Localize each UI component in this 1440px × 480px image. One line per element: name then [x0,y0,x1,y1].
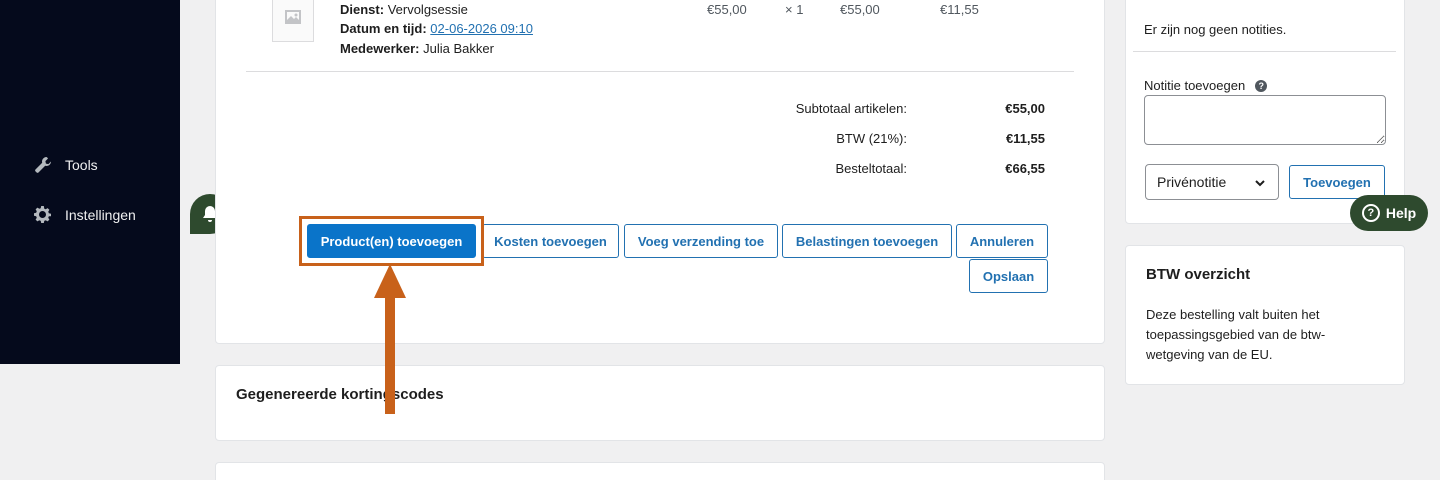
admin-sidebar: Tools Instellingen [0,0,180,364]
vat-overview-title: BTW overzicht [1146,266,1251,283]
item-line-total: €55,00 [840,2,880,17]
sidebar-item-label: Tools [65,157,98,173]
vat-overview-text: Deze bestelling valt buiten het toepassi… [1146,307,1326,362]
add-note-label-row: Notitie toevoegen ? [1144,78,1268,93]
annotation-highlight-box [299,216,484,266]
add-note-button[interactable]: Toevoegen [1289,165,1385,199]
vat-label: BTW (21%): [836,131,907,146]
service-value: Vervolgsessie [387,2,468,17]
service-label: Dienst: [340,2,385,17]
datetime-link[interactable]: 02-06-2026 09:10 [430,21,533,36]
gear-icon [34,206,51,223]
item-line-tax: €11,55 [940,2,979,17]
chevron-down-icon [1255,180,1265,187]
order-total-value: €66,55 [1005,161,1045,176]
help-tooltip-icon[interactable]: ? [1255,79,1268,92]
wrench-icon [35,157,51,173]
question-icon: ? [1361,204,1380,222]
annotation-arrow-shaft [385,296,395,414]
employee-label: Medewerker: [340,41,420,56]
add-taxes-button[interactable]: Belastingen toevoegen [782,224,952,258]
note-type-select[interactable]: Privénotitie [1145,164,1279,200]
vat-value: €11,55 [1005,131,1045,146]
save-button[interactable]: Opslaan [969,259,1048,293]
add-note-label: Notitie toevoegen [1144,78,1246,93]
add-shipping-button[interactable]: Voeg verzending toe [624,224,778,258]
order-total-label: Besteltotaal: [835,161,907,176]
item-quantity: × 1 [785,2,804,17]
note-type-selected: Privénotitie [1157,174,1227,190]
item-employee: Medewerker: Julia Bakker [340,41,494,56]
sidebar-item-tools[interactable]: Tools [33,155,98,175]
notes-divider [1133,51,1396,52]
sidebar-item-label: Instellingen [65,207,136,223]
annotation-arrow-head [374,264,406,298]
coupons-panel [215,365,1105,441]
item-unit-price: €55,00 [707,2,747,17]
item-service: Dienst: Vervolgsessie [340,2,468,17]
image-placeholder-icon [285,10,301,24]
next-panel [215,462,1105,480]
items-divider [246,71,1074,72]
item-datetime: Datum en tijd: 02-06-2026 09:10 [340,21,533,36]
employee-value: Julia Bakker [423,41,494,56]
help-label: Help [1385,205,1417,221]
help-button[interactable]: ? Help [1350,195,1428,231]
cancel-button[interactable]: Annuleren [956,224,1048,258]
subtotal-label: Subtotaal artikelen: [795,101,907,116]
subtotal-value: €55,00 [1005,101,1045,116]
note-textarea[interactable] [1144,95,1386,145]
datetime-label: Datum en tijd: [340,21,427,36]
sidebar-item-settings[interactable]: Instellingen [33,205,136,225]
coupons-title: Gegenereerde kortingscodes [236,386,444,403]
product-thumbnail [272,0,314,42]
add-costs-button[interactable]: Kosten toevoegen [482,224,619,258]
notes-empty-text: Er zijn nog geen notities. [1144,22,1287,37]
